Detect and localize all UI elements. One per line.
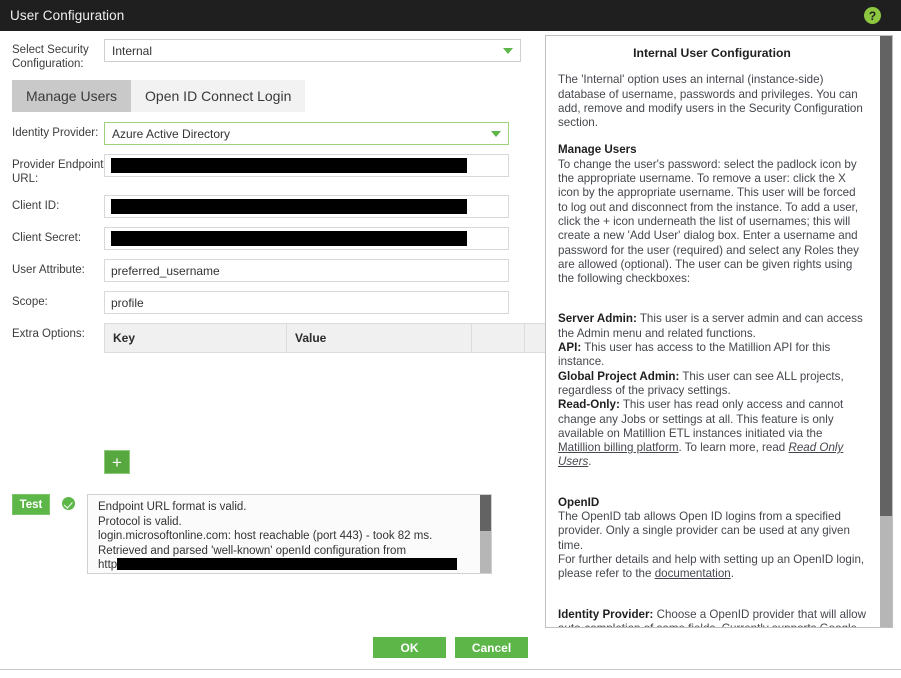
help-rights-list: Server Admin: This user is a server admi…	[558, 312, 866, 469]
chevron-down-icon	[503, 47, 513, 54]
help-manage-users-heading: Manage Users	[558, 143, 637, 157]
footer-divider	[0, 669, 901, 670]
window-title-bar: User Configuration ?	[0, 0, 901, 31]
identity-provider-select[interactable]: Azure Active Directory	[104, 122, 509, 145]
user-attribute-input[interactable]: preferred_username	[104, 259, 509, 282]
help-term-read-only: Read-Only:	[558, 398, 620, 412]
help-desc-api: This user has access to the Matillion AP…	[558, 341, 831, 369]
test-connection-row: Test Endpoint URL format is valid. Proto…	[12, 494, 540, 574]
extra-options-row: Extra Options: Key Value	[12, 323, 578, 353]
help-manage-users-section: Manage Users To change the user's passwo…	[558, 143, 866, 286]
plus-icon-button[interactable]: +	[104, 450, 130, 474]
cancel-button[interactable]: Cancel	[455, 637, 528, 658]
security-configuration-select[interactable]: Internal	[104, 39, 521, 62]
tab-manage-users[interactable]: Manage Users	[12, 80, 132, 112]
add-row-container: +	[104, 450, 540, 474]
test-button[interactable]: Test	[12, 494, 50, 515]
scope-row: Scope: profile	[12, 291, 540, 314]
help-panel-scrollbar[interactable]	[880, 36, 892, 627]
column-header-spacer-1	[471, 323, 525, 353]
help-intro-paragraph: The 'Internal' option uses an internal (…	[558, 73, 863, 130]
help-openid-body-1: The OpenID tab allows Open ID logins fro…	[558, 510, 850, 552]
dialog-footer: OK Cancel	[0, 634, 901, 678]
user-attribute-label: User Attribute:	[12, 264, 85, 276]
redacted-value	[111, 231, 467, 246]
scrollbar-thumb[interactable]	[480, 495, 491, 531]
help-icon[interactable]: ?	[864, 7, 881, 24]
table-header-row: Key Value	[104, 323, 578, 353]
help-term-server-admin: Server Admin:	[558, 312, 637, 326]
redacted-value	[117, 558, 458, 570]
log-line: Protocol is valid.	[98, 515, 182, 528]
help-openid-body-3: .	[730, 567, 734, 581]
security-configuration-value: Internal	[112, 43, 153, 58]
extra-options-table: Key Value	[104, 323, 578, 353]
check-circle-icon	[62, 497, 75, 510]
security-configuration-row: Select Security Configuration: Internal	[12, 39, 540, 71]
help-openid-section: OpenID The OpenID tab allows Open ID log…	[558, 496, 866, 582]
scope-label: Scope:	[12, 296, 48, 308]
identity-provider-value: Azure Active Directory	[112, 126, 231, 141]
ok-button[interactable]: OK	[373, 637, 446, 658]
help-openid-heading: OpenID	[558, 495, 600, 509]
log-line-prefix: http	[98, 559, 118, 571]
column-header-value: Value	[286, 323, 472, 353]
help-title: Internal User Configuration	[633, 46, 791, 60]
help-term-api: API:	[558, 341, 582, 355]
log-line: login.microsoftonline.com: host reachabl…	[98, 530, 433, 542]
user-attribute-row: User Attribute: preferred_username	[12, 259, 540, 282]
help-spacer	[558, 483, 866, 496]
identity-provider-label: Identity Provider:	[12, 127, 99, 139]
client-secret-label: Client Secret:	[12, 232, 82, 244]
client-secret-input[interactable]	[104, 227, 509, 250]
column-header-key: Key	[104, 323, 287, 353]
help-term-identity-provider: Identity Provider:	[558, 607, 654, 621]
client-secret-row: Client Secret:	[12, 227, 540, 250]
footer-button-group: OK Cancel	[0, 637, 901, 658]
page-title: User Configuration	[10, 8, 125, 23]
help-spacer	[558, 299, 866, 312]
tab-open-id-connect-login[interactable]: Open ID Connect Login	[131, 80, 306, 112]
help-panel-content: Internal User Configuration The 'Interna…	[546, 36, 882, 628]
help-desc-read-only-part3: .	[588, 455, 592, 469]
provider-endpoint-url-row: Provider Endpoint URL:	[12, 154, 540, 186]
help-manage-users-body: To change the user's password: select th…	[558, 157, 859, 286]
test-output-scrollbar[interactable]	[480, 495, 491, 573]
security-configuration-label: Select Security Configuration:	[12, 44, 89, 70]
scope-input[interactable]: profile	[104, 291, 509, 314]
provider-endpoint-url-label: Provider Endpoint URL:	[12, 159, 104, 185]
redacted-value	[111, 199, 467, 214]
scrollbar-thumb[interactable]	[880, 36, 892, 516]
extra-options-label: Extra Options:	[12, 328, 85, 340]
log-line: Retrieved and parsed 'well-known' openId…	[98, 544, 407, 557]
help-term-global-project-admin: Global Project Admin:	[558, 369, 680, 383]
documentation-link[interactable]: documentation	[655, 567, 731, 580]
client-id-label: Client ID:	[12, 200, 60, 212]
client-id-row: Client ID:	[12, 195, 540, 218]
test-output-log[interactable]: Endpoint URL format is valid. Protocol i…	[87, 494, 492, 574]
log-line-redacted: http	[98, 558, 475, 573]
tab-bar: Manage Users Open ID Connect Login	[12, 80, 540, 112]
log-line: Endpoint URL format is valid.	[98, 501, 247, 513]
help-field-docs: Identity Provider: Choose a OpenID provi…	[558, 607, 866, 628]
help-desc-read-only-part2: . To learn more, read	[678, 441, 789, 455]
help-spacer	[558, 595, 866, 608]
client-id-input[interactable]	[104, 195, 509, 218]
provider-endpoint-url-input[interactable]	[104, 154, 509, 177]
configuration-form-pane: Select Security Configuration: Internal …	[0, 31, 578, 634]
matillion-billing-platform-link[interactable]: Matillion billing platform	[558, 441, 679, 454]
help-panel: Internal User Configuration The 'Interna…	[545, 35, 893, 628]
redacted-value	[111, 158, 467, 173]
dialog-content: Select Security Configuration: Internal …	[0, 31, 901, 634]
help-spacer	[558, 470, 866, 483]
identity-provider-row: Identity Provider: Azure Active Director…	[12, 122, 540, 145]
chevron-down-icon	[491, 130, 501, 137]
